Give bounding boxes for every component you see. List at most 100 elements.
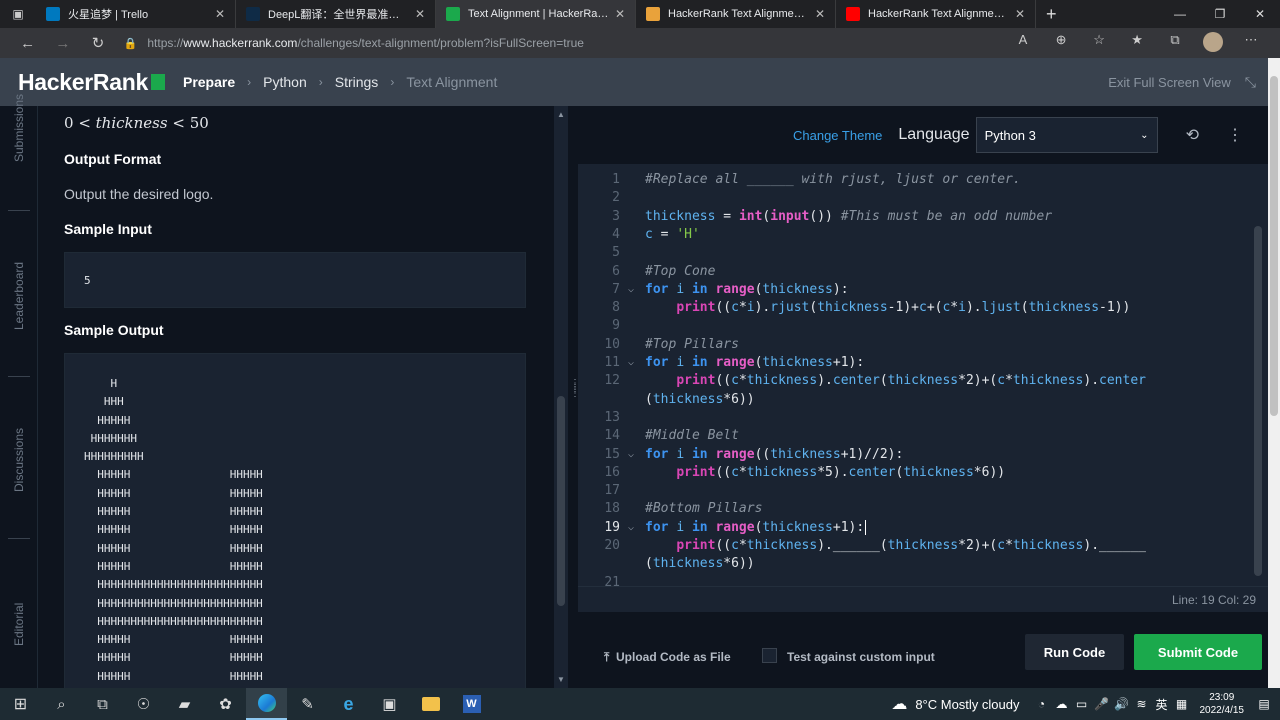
- back-icon[interactable]: ←: [10, 35, 45, 52]
- history-icon[interactable]: ⟲: [1186, 125, 1199, 145]
- breadcrumb: Prepare › Python › Strings › Text Alignm…: [183, 74, 497, 90]
- code-line[interactable]: 18 #Bottom Pillars: [578, 501, 1250, 519]
- browser-tab[interactable]: DeepL翻译：全世界最准确的翻译 ✕: [236, 0, 436, 28]
- forward-icon[interactable]: →: [45, 35, 80, 52]
- browser-tab[interactable]: HackerRank Text Alignment prob ✕: [836, 0, 1036, 28]
- code-line[interactable]: 19 ⌵ for i in range(thickness+1):: [578, 519, 1250, 538]
- fold-chevron-icon[interactable]: ⌵: [628, 522, 634, 533]
- code-line[interactable]: 1 #Replace all ______ with rjust, ljust o…: [578, 172, 1250, 190]
- hackerrank-logo[interactable]: HackerRank: [18, 69, 165, 96]
- submit-code-button[interactable]: Submit Code: [1134, 634, 1262, 670]
- app-icon[interactable]: ▣: [369, 688, 410, 720]
- collections-icon[interactable]: ⧉: [1156, 32, 1194, 55]
- page-scrollbar[interactable]: [1268, 58, 1280, 688]
- zoom-icon[interactable]: ⊕: [1042, 32, 1080, 55]
- code-line[interactable]: (thickness*6)): [578, 392, 1250, 410]
- code-line[interactable]: 11 ⌵ for i in range(thickness+1):: [578, 355, 1250, 373]
- upload-code-button[interactable]: ⤒ Upload Code as File: [604, 650, 731, 665]
- close-tab-icon[interactable]: ✕: [615, 7, 625, 21]
- code-line[interactable]: 2: [578, 190, 1250, 208]
- profile-avatar[interactable]: [1194, 31, 1232, 55]
- internet-explorer-icon[interactable]: e: [328, 688, 369, 720]
- weather-widget[interactable]: ☁ 8°C Mostly cloudy: [891, 694, 1019, 714]
- search-icon[interactable]: ⌕: [41, 688, 82, 720]
- app-icon[interactable]: ✿: [205, 688, 246, 720]
- split-pane-divider[interactable]: ⋮ ⋮ ⋮: [568, 106, 580, 688]
- code-line[interactable]: 3 thickness = int(input()) #This must be …: [578, 209, 1250, 227]
- alienware-icon[interactable]: ☉: [123, 688, 164, 720]
- side-tabs: Submissions Leaderboard Discussions Edit…: [0, 94, 38, 688]
- code-text: for i in range(thickness+1):: [645, 519, 867, 535]
- word-icon[interactable]: W: [451, 688, 492, 720]
- browser-tab[interactable]: 火星追梦 | Trello ✕: [36, 0, 236, 28]
- add-favorite-icon[interactable]: ☆: [1080, 32, 1118, 55]
- minimize-icon[interactable]: —: [1160, 7, 1200, 21]
- code-line[interactable]: (thickness*6)): [578, 556, 1250, 574]
- ime-grid-icon[interactable]: ▦: [1172, 697, 1192, 711]
- code-line[interactable]: 15 ⌵ for i in range((thickness+1)//2):: [578, 447, 1250, 465]
- tab-actions-icon[interactable]: ▣: [0, 0, 36, 28]
- close-window-icon[interactable]: ✕: [1240, 7, 1280, 21]
- code-line[interactable]: 14 #Middle Belt: [578, 428, 1250, 446]
- favorites-icon[interactable]: ★: [1118, 32, 1156, 55]
- volume-icon[interactable]: 🔊: [1112, 697, 1132, 711]
- line-number: 19: [604, 519, 620, 535]
- help-icon[interactable]: ◔: [1032, 697, 1052, 711]
- fold-chevron-icon[interactable]: ⌵: [628, 284, 634, 295]
- fold-chevron-icon[interactable]: ⌵: [628, 357, 634, 368]
- breadcrumb-strings[interactable]: Strings: [335, 74, 379, 90]
- code-line[interactable]: 5: [578, 245, 1250, 263]
- line-number: 2: [612, 190, 620, 206]
- fold-chevron-icon[interactable]: ⌵: [628, 449, 634, 460]
- new-tab-button[interactable]: +: [1046, 4, 1057, 25]
- close-tab-icon[interactable]: ✕: [1015, 7, 1025, 21]
- url-field[interactable]: 🔒 https://www.hackerrank.com/challenges/…: [124, 31, 1004, 55]
- microphone-icon[interactable]: 🎤: [1092, 697, 1112, 711]
- language-value: Python 3: [984, 127, 1036, 143]
- code-line[interactable]: 9: [578, 318, 1250, 336]
- code-line[interactable]: 12 print((c*thickness).center(thickness*…: [578, 373, 1250, 391]
- close-tab-icon[interactable]: ✕: [215, 7, 225, 21]
- browser-tab[interactable]: HackerRank Text Alignment prob ✕: [636, 0, 836, 28]
- code-line[interactable]: 20 print((c*thickness).______(thickness*…: [578, 538, 1250, 556]
- browser-tab[interactable]: Text Alignment | HackerRank ✕: [436, 0, 636, 28]
- more-options-icon[interactable]: ⋮: [1227, 125, 1243, 145]
- run-code-button[interactable]: Run Code: [1025, 634, 1124, 670]
- editor-scrollbar[interactable]: [1254, 226, 1262, 576]
- breadcrumb-python[interactable]: Python: [263, 74, 307, 90]
- code-line[interactable]: 10 #Top Pillars: [578, 337, 1250, 355]
- more-menu-icon[interactable]: ⋯: [1232, 32, 1270, 55]
- app-icon[interactable]: ▰: [164, 688, 205, 720]
- close-tab-icon[interactable]: ✕: [415, 7, 425, 21]
- problem-scrollbar[interactable]: ▲ ▼: [554, 106, 568, 688]
- code-line[interactable]: 8 print((c*i).rjust(thickness-1)+c+(c*i)…: [578, 300, 1250, 318]
- breadcrumb-prepare[interactable]: Prepare: [183, 74, 235, 90]
- close-tab-icon[interactable]: ✕: [815, 7, 825, 21]
- start-icon[interactable]: ⊞: [0, 688, 41, 720]
- wifi-icon[interactable]: ≋: [1132, 697, 1152, 711]
- notification-icon[interactable]: ▤: [1254, 697, 1274, 711]
- task-view-icon[interactable]: ⧉: [82, 688, 123, 720]
- read-aloud-icon[interactable]: A: [1004, 32, 1042, 55]
- code-line[interactable]: 4 c = 'H': [578, 227, 1250, 245]
- exit-fullscreen-link[interactable]: Exit Full Screen View: [1108, 75, 1231, 90]
- code-editor[interactable]: 1 #Replace all ______ with rjust, ljust o…: [578, 164, 1268, 590]
- refresh-icon[interactable]: ↻: [80, 34, 115, 52]
- tray-folder-icon[interactable]: ▭: [1072, 697, 1092, 711]
- code-line[interactable]: 16 print((c*thickness*5).center(thicknes…: [578, 465, 1250, 483]
- code-line[interactable]: 7 ⌵ for i in range(thickness):: [578, 282, 1250, 300]
- code-line[interactable]: 13: [578, 410, 1250, 428]
- edge-icon[interactable]: [246, 688, 287, 720]
- maximize-icon[interactable]: ❐: [1200, 7, 1240, 21]
- code-line[interactable]: 17: [578, 483, 1250, 501]
- onedrive-icon[interactable]: ☁: [1052, 697, 1072, 711]
- code-line[interactable]: 6 #Top Cone: [578, 264, 1250, 282]
- collapse-icon[interactable]: ⤡: [1245, 74, 1256, 91]
- file-explorer-icon[interactable]: [410, 688, 451, 720]
- custom-input-checkbox[interactable]: [762, 648, 777, 663]
- clock[interactable]: 23:09 2022/4/15: [1200, 691, 1245, 717]
- change-theme-link[interactable]: Change Theme: [793, 128, 882, 143]
- language-select[interactable]: Python 3 ⌄: [975, 117, 1158, 153]
- app-icon[interactable]: ✎: [287, 688, 328, 720]
- ime-indicator[interactable]: 英: [1152, 696, 1172, 713]
